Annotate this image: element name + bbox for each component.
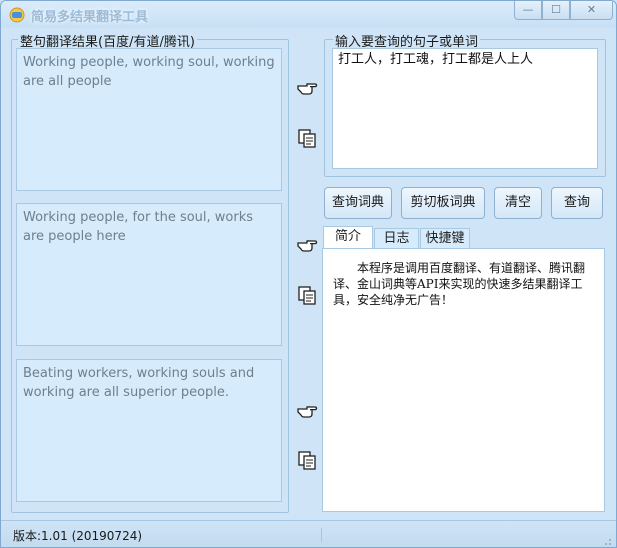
clear-button[interactable]: 清空 [494,187,542,219]
tab-intro[interactable]: 简介 [323,226,373,249]
close-button[interactable]: ✕ [570,1,613,20]
title-bar[interactable]: 简易多结果翻译工具 — ☐ ✕ [1,1,616,28]
result-tencent[interactable]: Beating workers, working souls and worki… [16,359,282,502]
version-label: 版本:1.01 (20190724) [13,529,143,543]
copy-icon[interactable] [296,284,318,306]
result-baidu[interactable]: Working people, working soul, working ar… [16,48,282,191]
status-separator [321,528,322,542]
result-tencent-text: Beating workers, working souls and worki… [23,366,255,400]
intro-text: 本程序是调用百度翻译、有道翻译、腾讯翻译、金山词典等API来实现的快速多结果翻译… [333,261,586,307]
result-baidu-text: Working people, working soul, working ar… [23,55,275,89]
tab-panel-intro: 本程序是调用百度翻译、有道翻译、腾讯翻译、金山词典等API来实现的快速多结果翻译… [322,248,605,512]
tab-shortcuts[interactable]: 快捷键 [420,228,470,248]
app-window: 简易多结果翻译工具 — ☐ ✕ 整句翻译结果(百度/有道/腾讯) Working… [0,0,617,548]
clipboard-dict-button[interactable]: 剪切板词典 [401,187,485,219]
copy-icon[interactable] [296,449,318,471]
query-button[interactable]: 查询 [551,187,603,219]
result-youdao-text: Working people, for the soul, works are … [23,210,254,244]
minimize-button[interactable]: — [514,1,542,20]
dict-query-button[interactable]: 查询词典 [324,187,392,219]
tab-log[interactable]: 日志 [374,228,419,248]
app-logo-icon [9,7,25,23]
window-title: 简易多结果翻译工具 [31,10,149,25]
pointing-hand-icon[interactable] [296,399,318,421]
copy-icon[interactable] [296,127,318,149]
result-youdao[interactable]: Working people, for the soul, works are … [16,203,282,346]
pointing-hand-icon[interactable] [296,76,318,98]
resize-grip-icon[interactable] [600,534,612,546]
maximize-button[interactable]: ☐ [542,1,570,20]
status-bar: 版本:1.01 (20190724) [1,520,616,547]
pointing-hand-icon[interactable] [296,233,318,255]
query-input[interactable]: 打工人，打工魂，打工都是人上人 [332,48,598,169]
